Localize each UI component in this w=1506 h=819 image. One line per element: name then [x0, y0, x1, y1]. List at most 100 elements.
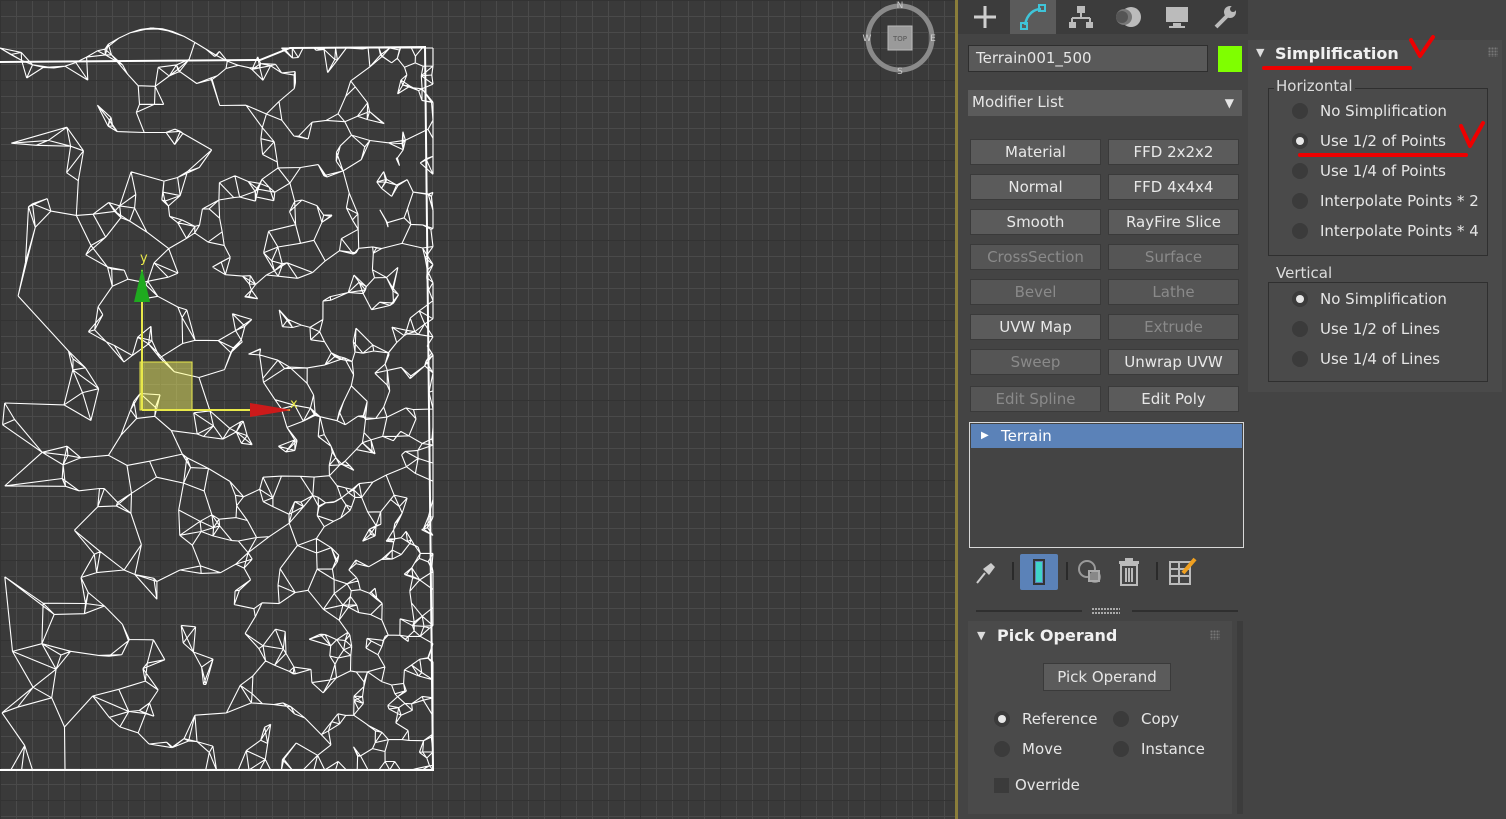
radio-label: Move [1022, 740, 1063, 758]
modifier-button-material[interactable]: Material [970, 139, 1101, 165]
modify-icon [1020, 4, 1046, 30]
rollout-drag-handle-icon[interactable] [1488, 47, 1498, 57]
radio-indicator[interactable] [1113, 711, 1129, 727]
radio-reference[interactable]: Reference [994, 710, 1098, 728]
tab-display[interactable] [1154, 0, 1200, 34]
make-unique-icon [1078, 560, 1101, 583]
radio-indicator[interactable] [1292, 193, 1308, 209]
modifier-button-smooth[interactable]: Smooth [970, 209, 1101, 235]
show-end-result-icon [1033, 559, 1045, 585]
modifier-button-rayfire-slice[interactable]: RayFire Slice [1108, 209, 1239, 235]
tab-hierarchy[interactable] [1058, 0, 1104, 34]
tab-create[interactable] [962, 0, 1008, 34]
configure-sets-icon [1169, 557, 1197, 585]
pick-operand-rollout: ▼ Pick Operand Pick Operand Reference Co… [968, 621, 1232, 814]
modifier-button-bevel[interactable]: Bevel [970, 279, 1101, 305]
chevron-down-icon: ▼ [1224, 96, 1234, 110]
simplification-rollout: ▼ Simplification Horizontal No Simplific… [1248, 40, 1502, 392]
object-color-swatch[interactable] [1218, 46, 1242, 72]
modifier-button-normal[interactable]: Normal [970, 174, 1101, 200]
tab-utilities[interactable] [1202, 0, 1248, 34]
radio-indicator[interactable] [1292, 223, 1308, 239]
tab-motion[interactable] [1106, 0, 1152, 34]
radio-label: Interpolate Points * 2 [1320, 192, 1479, 210]
modifier-button-crosssection[interactable]: CrossSection [970, 244, 1101, 270]
radio-label: Instance [1141, 740, 1205, 758]
modifier-button-sweep[interactable]: Sweep [970, 349, 1101, 375]
panel-scrollbar[interactable] [1237, 621, 1243, 814]
modifier-button-extrude[interactable]: Extrude [1108, 314, 1239, 340]
modifier-button-edit-spline[interactable]: Edit Spline [970, 386, 1101, 412]
modifier-button-ffd-2x2x2[interactable]: FFD 2x2x2 [1108, 139, 1239, 165]
radio-indicator[interactable] [1113, 741, 1129, 757]
expand-triangle-icon[interactable]: ▶ [981, 430, 989, 441]
radio-indicator[interactable] [1292, 351, 1308, 367]
radio-h-half-points[interactable]: Use 1/2 of Points [1292, 132, 1446, 150]
transform-gizmo[interactable] [134, 268, 292, 417]
radio-label: No Simplification [1320, 102, 1447, 120]
radio-indicator[interactable] [1292, 163, 1308, 179]
viewcube-north[interactable]: N [897, 1, 904, 11]
radio-h-interpolate-2[interactable]: Interpolate Points * 2 [1292, 192, 1479, 210]
make-unique-button[interactable] [1072, 554, 1108, 590]
radio-indicator[interactable] [994, 741, 1010, 757]
modifier-button-uvw-map[interactable]: UVW Map [970, 314, 1101, 340]
gizmo-x-arrow[interactable] [250, 403, 292, 417]
radio-v-half-lines[interactable]: Use 1/2 of Lines [1292, 320, 1440, 338]
tab-modify[interactable] [1010, 0, 1056, 34]
radio-indicator[interactable] [1292, 103, 1308, 119]
modifier-button-unwrap-uvw[interactable]: Unwrap UVW [1108, 349, 1239, 375]
override-checkbox[interactable]: Override [994, 776, 1080, 794]
remove-modifier-button[interactable] [1111, 554, 1147, 590]
configure-modifier-sets-button[interactable] [1164, 554, 1200, 590]
pin-stack-button[interactable] [968, 554, 1004, 590]
viewcube-face-label: TOP [892, 35, 907, 43]
checkbox-indicator[interactable] [994, 777, 1009, 793]
modifier-button-lathe[interactable]: Lathe [1108, 279, 1239, 305]
terrain-boundary [0, 45, 435, 771]
gizmo-y-arrow[interactable] [134, 268, 150, 302]
terrain-wireframe[interactable]: yx [0, 0, 955, 819]
radio-v-no-simplification[interactable]: No Simplification [1292, 290, 1447, 308]
radio-indicator[interactable] [1292, 321, 1308, 337]
radio-instance[interactable]: Instance [1113, 740, 1205, 758]
gizmo-plane-handle[interactable] [139, 361, 193, 411]
viewport-top[interactable]: yx TOP N S E W [0, 0, 955, 819]
stack-toolbar [968, 552, 1248, 592]
display-icon [1166, 7, 1188, 28]
modifier-list-dropdown[interactable]: Modifier List ▼ [968, 90, 1242, 116]
collapse-triangle-icon[interactable]: ▼ [977, 629, 985, 642]
rollout-drag-handle-icon[interactable] [1210, 630, 1220, 640]
panel-splitter[interactable] [976, 608, 1238, 614]
radio-copy[interactable]: Copy [1113, 710, 1179, 728]
radio-indicator[interactable] [1292, 291, 1308, 307]
modifier-button-edit-poly[interactable]: Edit Poly [1108, 386, 1239, 412]
viewcube-east[interactable]: E [930, 34, 936, 44]
radio-h-quarter-points[interactable]: Use 1/4 of Points [1292, 162, 1446, 180]
modifier-stack[interactable]: ▶ Terrain [969, 422, 1244, 548]
horizontal-group-label: Horizontal [1274, 77, 1355, 95]
radio-h-interpolate-4[interactable]: Interpolate Points * 4 [1292, 222, 1479, 240]
show-end-result-button[interactable] [1020, 554, 1058, 590]
viewcube-south[interactable]: S [897, 67, 903, 76]
radio-label: Use 1/4 of Points [1320, 162, 1446, 180]
rollout-title[interactable]: Pick Operand [997, 626, 1117, 645]
viewcube-west[interactable]: W [863, 34, 872, 44]
radio-v-quarter-lines[interactable]: Use 1/4 of Lines [1292, 350, 1440, 368]
radio-h-no-simplification[interactable]: No Simplification [1292, 102, 1447, 120]
stack-item-label: Terrain [1001, 427, 1052, 445]
radio-label: Reference [1022, 710, 1098, 728]
pick-operand-button[interactable]: Pick Operand [1043, 663, 1171, 691]
stack-item-terrain[interactable]: ▶ Terrain [971, 424, 1242, 448]
modifier-button-ffd-4x4x4[interactable]: FFD 4x4x4 [1108, 174, 1239, 200]
radio-move[interactable]: Move [994, 740, 1062, 758]
radio-indicator[interactable] [994, 711, 1010, 727]
annotation-underline-title [1262, 66, 1412, 70]
collapse-triangle-icon[interactable]: ▼ [1256, 46, 1264, 59]
object-name-field[interactable]: Terrain001_500 [968, 45, 1208, 72]
annotation-checkmark-title [1409, 35, 1435, 58]
modifier-button-surface[interactable]: Surface [1108, 244, 1239, 270]
rollout-title[interactable]: Simplification [1275, 44, 1399, 63]
viewcube[interactable]: TOP N S E W [862, 0, 938, 76]
radio-indicator[interactable] [1292, 133, 1308, 149]
